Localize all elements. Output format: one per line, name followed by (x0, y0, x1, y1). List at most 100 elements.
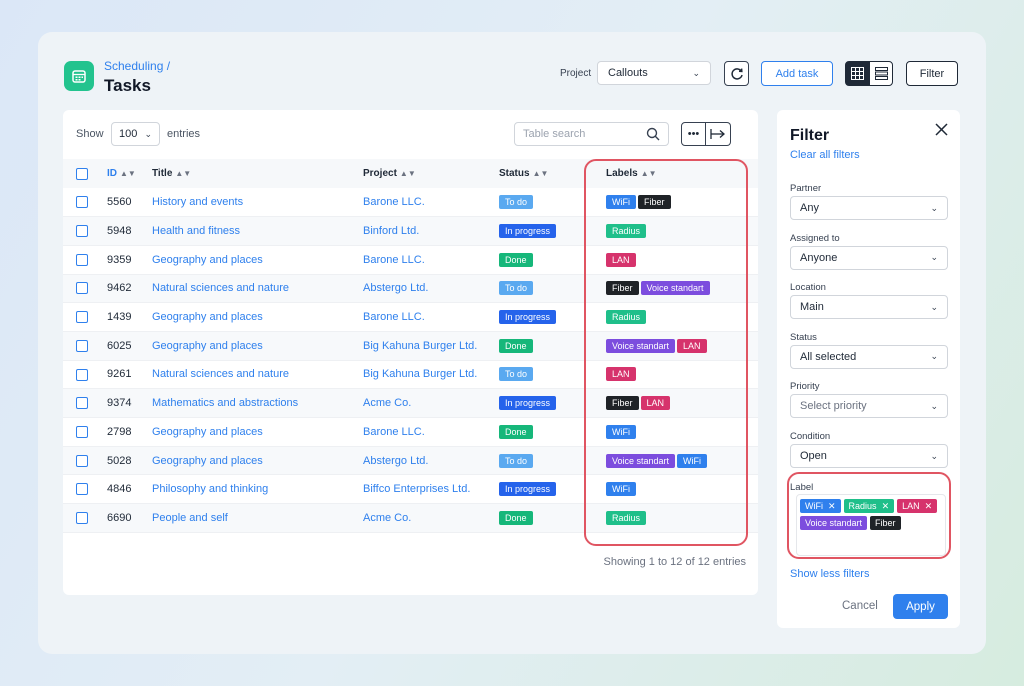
label-tag: WiFi (606, 195, 636, 210)
entries-per-page-select[interactable]: 100 ⌄ (111, 122, 160, 146)
row-checkbox[interactable] (76, 511, 88, 524)
sort-icon: ▲▼ (175, 169, 192, 178)
column-header-status[interactable]: Status ▲▼ (499, 159, 606, 188)
condition-select[interactable]: Open ⌄ (790, 444, 948, 468)
table-row[interactable]: 1439 Geography and places Barone LLC. In… (63, 303, 758, 332)
project-link[interactable]: Big Kahuna Burger Ltd. (363, 368, 477, 380)
project-link[interactable]: Acme Co. (363, 512, 411, 524)
column-header-project[interactable]: Project ▲▼ (363, 159, 499, 188)
partner-select[interactable]: Any ⌄ (790, 196, 948, 220)
arrow-right-to-line-icon (710, 129, 725, 139)
project-link[interactable]: Big Kahuna Burger Ltd. (363, 340, 477, 352)
table-row[interactable]: 5560 History and events Barone LLC. To d… (63, 188, 758, 217)
grid-icon (850, 67, 864, 80)
row-checkbox[interactable] (76, 483, 88, 496)
project-link[interactable]: Acme Co. (363, 397, 411, 409)
priority-select[interactable]: Select priority ⌄ (790, 394, 948, 419)
clear-all-filters-link[interactable]: Clear all filters (790, 149, 860, 161)
task-id: 4846 (107, 483, 132, 496)
task-title-link[interactable]: History and events (152, 196, 243, 208)
column-header-id[interactable]: ID ▲▼ (107, 159, 152, 188)
remove-chip-icon[interactable]: ✕ (925, 501, 933, 512)
table-row[interactable]: 9374 Mathematics and abstractions Acme C… (63, 388, 758, 418)
task-title-link[interactable]: Geography and places (152, 311, 263, 323)
select-all-checkbox[interactable] (76, 167, 88, 180)
project-link[interactable]: Barone LLC. (363, 254, 425, 266)
table-search-input[interactable]: Table search (514, 122, 669, 146)
row-checkbox[interactable] (76, 196, 88, 209)
table-row[interactable]: 5948 Health and fitness Binford Ltd. In … (63, 216, 758, 246)
apply-button[interactable]: Apply (893, 594, 948, 619)
task-title-link[interactable]: Natural sciences and nature (152, 282, 289, 294)
task-id: 9359 (107, 253, 132, 266)
project-link[interactable]: Abstergo Ltd. (363, 282, 428, 294)
table-row[interactable]: 5028 Geography and places Abstergo Ltd. … (63, 446, 758, 475)
label-tag: WiFi (606, 482, 636, 497)
breadcrumb[interactable]: Scheduling / (104, 59, 170, 73)
task-title-link[interactable]: Geography and places (152, 426, 263, 438)
column-header-labels[interactable]: Labels ▲▼ (606, 159, 758, 188)
close-icon[interactable] (934, 122, 949, 137)
refresh-button[interactable] (724, 61, 749, 86)
row-checkbox[interactable] (76, 311, 88, 324)
row-checkbox[interactable] (76, 368, 88, 381)
chevron-down-icon: ⌄ (930, 252, 938, 263)
filter-button[interactable]: Filter (906, 61, 958, 86)
row-checkbox[interactable] (76, 425, 88, 438)
grid-view-button[interactable] (845, 61, 869, 86)
project-link[interactable]: Barone LLC. (363, 196, 425, 208)
table-row[interactable]: 9261 Natural sciences and nature Big Kah… (63, 360, 758, 389)
remove-chip-icon[interactable]: ✕ (882, 501, 890, 512)
task-title-link[interactable]: People and self (152, 512, 228, 524)
status-badge: To do (499, 367, 534, 382)
cancel-button[interactable]: Cancel (842, 600, 878, 612)
status-select[interactable]: All selected ⌄ (790, 344, 948, 369)
location-select[interactable]: Main ⌄ (790, 295, 948, 320)
project-link[interactable]: Binford Ltd. (363, 225, 419, 237)
label-tag: Radius (606, 224, 647, 239)
project-link[interactable]: Barone LLC. (363, 311, 425, 323)
label-tag: Fiber (638, 195, 671, 210)
project-link[interactable]: Biffco Enterprises Ltd. (363, 483, 470, 495)
table-row[interactable]: 6690 People and self Acme Co. Done Radiu… (63, 503, 758, 533)
task-id: 9374 (107, 397, 132, 410)
project-link[interactable]: Abstergo Ltd. (363, 455, 428, 467)
task-title-link[interactable]: Natural sciences and nature (152, 368, 289, 380)
project-link[interactable]: Barone LLC. (363, 426, 425, 438)
task-title-link[interactable]: Philosophy and thinking (152, 483, 268, 495)
more-options-button[interactable]: ••• (681, 122, 706, 146)
table-row[interactable]: 2798 Geography and places Barone LLC. Do… (63, 418, 758, 447)
status-badge: In progress (499, 396, 557, 411)
row-checkbox[interactable] (76, 397, 88, 410)
label-multiselect[interactable]: WiFi ✕ Radius ✕ LAN ✕ Voice standart Fiber (796, 494, 946, 556)
row-checkbox[interactable] (76, 225, 88, 238)
row-checkbox[interactable] (76, 454, 88, 467)
task-title-link[interactable]: Mathematics and abstractions (152, 397, 298, 409)
status-badge: In progress (499, 482, 557, 497)
chip-text: LAN (902, 501, 920, 511)
task-id: 5028 (107, 454, 132, 467)
row-checkbox[interactable] (76, 253, 88, 266)
row-checkbox[interactable] (76, 339, 88, 352)
label-tag: Fiber (606, 396, 639, 411)
table-row[interactable]: 9359 Geography and places Barone LLC. Do… (63, 245, 758, 275)
table-row[interactable]: 6025 Geography and places Big Kahuna Bur… (63, 331, 758, 361)
task-title-link[interactable]: Geography and places (152, 254, 263, 266)
sort-icon: ▲▼ (399, 169, 416, 178)
list-view-button[interactable] (869, 61, 893, 86)
row-checkbox[interactable] (76, 282, 88, 295)
table-row[interactable]: 4846 Philosophy and thinking Biffco Ente… (63, 475, 758, 504)
assigned-to-select[interactable]: Anyone ⌄ (790, 245, 948, 270)
task-title-link[interactable]: Health and fitness (152, 225, 240, 237)
add-task-button[interactable]: Add task (761, 61, 833, 86)
remove-chip-icon[interactable]: ✕ (828, 501, 836, 512)
expand-button[interactable] (706, 122, 731, 146)
show-less-filters-link[interactable]: Show less filters (790, 568, 869, 580)
table-row[interactable]: 9462 Natural sciences and nature Absterg… (63, 274, 758, 303)
label-tag: WiFi (606, 424, 636, 439)
task-title-link[interactable]: Geography and places (152, 340, 263, 352)
table-header-row: ID ▲▼ Title ▲▼ Project ▲▼ Status ▲▼ Labels ▲▼ (63, 159, 758, 188)
project-select[interactable]: Callouts ⌄ (597, 61, 711, 85)
task-title-link[interactable]: Geography and places (152, 455, 263, 467)
column-header-title[interactable]: Title ▲▼ (152, 159, 363, 188)
